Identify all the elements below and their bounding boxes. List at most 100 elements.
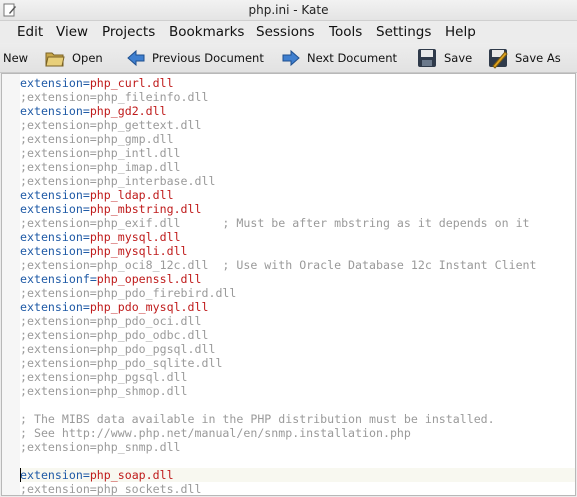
setting-key: extension	[20, 76, 83, 90]
comment-text: ;extension=php_interbase.dll	[20, 174, 216, 188]
open-label: Open	[72, 50, 103, 65]
equals-sign: =	[89, 272, 97, 286]
code-line: ;extension=php_pdo_odbc.dll	[20, 328, 575, 342]
equals-sign: =	[82, 76, 90, 90]
comment-text: ; The MIBS data available in the PHP dis…	[20, 412, 495, 426]
code-line: ;extension=php_sockets.dll	[20, 482, 575, 496]
save-as-button[interactable]: Save As	[487, 43, 561, 72]
comment-text: ;extension=php_fileinfo.dll	[20, 90, 209, 104]
menu-bar: Edit View Projects Bookmarks Sessions To…	[0, 21, 577, 43]
next-document-button[interactable]: Next Document	[281, 43, 397, 72]
menu-view[interactable]: View	[56, 24, 88, 40]
equals-sign: =	[82, 202, 90, 216]
comment-text: ;extension=php_shmop.dll	[20, 384, 188, 398]
code-line: ;extension=php_pgsql.dll	[20, 370, 575, 384]
arrow-right-icon	[282, 49, 300, 66]
setting-key: extension	[20, 300, 83, 314]
setting-key: extension	[20, 468, 83, 482]
floppy-disk-icon	[418, 48, 436, 67]
folder-open-icon	[45, 52, 65, 66]
comment-text: ;extension=php_pdo_pgsql.dll	[20, 342, 216, 356]
menu-sessions[interactable]: Sessions	[256, 24, 315, 40]
code-line: ;extension=php_pdo_firebird.dll	[20, 286, 575, 300]
setting-value: php_openssl.dll	[96, 272, 202, 286]
title-bar: php.ini - Kate	[0, 0, 577, 21]
save-as-label: Save As	[515, 50, 561, 65]
code-line: extension=php_mysqli.dll	[20, 244, 575, 258]
code-line: ;extension=php_gmp.dll	[20, 132, 575, 146]
new-button[interactable]: New	[3, 43, 28, 72]
comment-text: ;extension=php_exif.dll ; Must be after …	[20, 216, 530, 230]
setting-key: extension	[20, 104, 83, 118]
code-line: extension=php_mysql.dll	[20, 230, 575, 244]
setting-value: php_pdo_mysql.dll	[89, 300, 209, 314]
save-label: Save	[444, 50, 473, 65]
code-line: extension=php_soap.dll	[20, 468, 575, 482]
new-label: New	[3, 50, 29, 65]
equals-sign: =	[82, 468, 90, 482]
menu-tools[interactable]: Tools	[329, 24, 362, 40]
code-line: ;extension=php_imap.dll	[20, 160, 575, 174]
code-line: ;extension=php_snmp.dll	[20, 440, 575, 454]
arrow-left-icon	[127, 49, 145, 66]
open-button[interactable]: Open	[44, 43, 103, 72]
save-button[interactable]: Save	[416, 43, 472, 72]
comment-text: ;extension=php_intl.dll	[20, 146, 181, 160]
menu-edit[interactable]: Edit	[17, 24, 43, 40]
save-as-icon	[489, 48, 508, 69]
comment-text: ;extension=php_imap.dll	[20, 160, 181, 174]
comment-text: ;extension=php_gettext.dll	[20, 118, 202, 132]
setting-value: php_gd2.dll	[89, 104, 167, 118]
menu-help[interactable]: Help	[445, 24, 476, 40]
icon-border	[2, 74, 20, 495]
code-line: ;extension=php_pdo_sqlite.dll	[20, 356, 575, 370]
text-cursor	[20, 468, 21, 482]
code-line: extension=php_curl.dll	[20, 76, 575, 90]
code-line: ;extension=php_shmop.dll	[20, 384, 575, 398]
menu-projects[interactable]: Projects	[102, 24, 155, 40]
comment-text: ;extension=php_pgsql.dll	[20, 370, 188, 384]
comment-text: ;extension=php_pdo_odbc.dll	[20, 328, 209, 342]
menu-bookmarks[interactable]: Bookmarks	[169, 24, 244, 40]
equals-sign: =	[82, 188, 90, 202]
comment-text: ;extension=php_pdo_oci.dll	[20, 314, 202, 328]
equals-sign: =	[82, 300, 90, 314]
setting-value: php_soap.dll	[89, 468, 174, 482]
main-toolbar: New Open Previous Document Next Document…	[0, 43, 577, 73]
previous-document-button[interactable]: Previous Document	[126, 43, 264, 72]
code-line: ;extension=php_fileinfo.dll	[20, 90, 575, 104]
previous-document-label: Previous Document	[152, 50, 264, 65]
code-line: extensionf=php_openssl.dll	[20, 272, 575, 286]
setting-key: extensionf	[20, 272, 90, 286]
comment-text: ;extension=php_oci8_12c.dll ; Use with O…	[20, 258, 537, 272]
code-line: extension=php_gd2.dll	[20, 104, 575, 118]
setting-key: extension	[20, 188, 83, 202]
setting-key: extension	[20, 202, 83, 216]
code-line: extension=php_pdo_mysql.dll	[20, 300, 575, 314]
equals-sign: =	[82, 230, 90, 244]
window-title: php.ini - Kate	[248, 3, 329, 17]
setting-value: php_ldap.dll	[89, 188, 174, 202]
comment-text: ; See http://www.php.net/manual/en/snmp.…	[20, 426, 411, 440]
code-line: ;extension=php_pdo_pgsql.dll	[20, 342, 575, 356]
code-line: ;extension=php_intl.dll	[20, 146, 575, 160]
code-line: ;extension=php_interbase.dll	[20, 174, 575, 188]
comment-text: ;extension=php_snmp.dll	[20, 440, 181, 454]
code-line: ;extension=php_exif.dll ; Must be after …	[20, 216, 575, 230]
setting-value: php_mysql.dll	[89, 230, 181, 244]
comment-text: ;extension=php_pdo_sqlite.dll	[20, 356, 223, 370]
equals-sign: =	[82, 244, 90, 258]
menu-settings[interactable]: Settings	[376, 24, 431, 40]
comment-text: ;extension=php_gmp.dll	[20, 132, 174, 146]
code-line: ; See http://www.php.net/manual/en/snmp.…	[20, 426, 575, 440]
code-line: ; The MIBS data available in the PHP dis…	[20, 412, 575, 426]
text-editor[interactable]: extension=php_curl.dll ;extension=php_fil…	[1, 73, 576, 496]
code-line: extension=php_ldap.dll	[20, 188, 575, 202]
setting-value: php_mysqli.dll	[89, 244, 188, 258]
setting-value: php_curl.dll	[89, 76, 174, 90]
setting-value: php_mbstring.dll	[89, 202, 202, 216]
code-line: extension=php_mbstring.dll	[20, 202, 575, 216]
setting-key: extension	[20, 230, 83, 244]
comment-text: ;extension=php_sockets.dll	[20, 482, 202, 496]
